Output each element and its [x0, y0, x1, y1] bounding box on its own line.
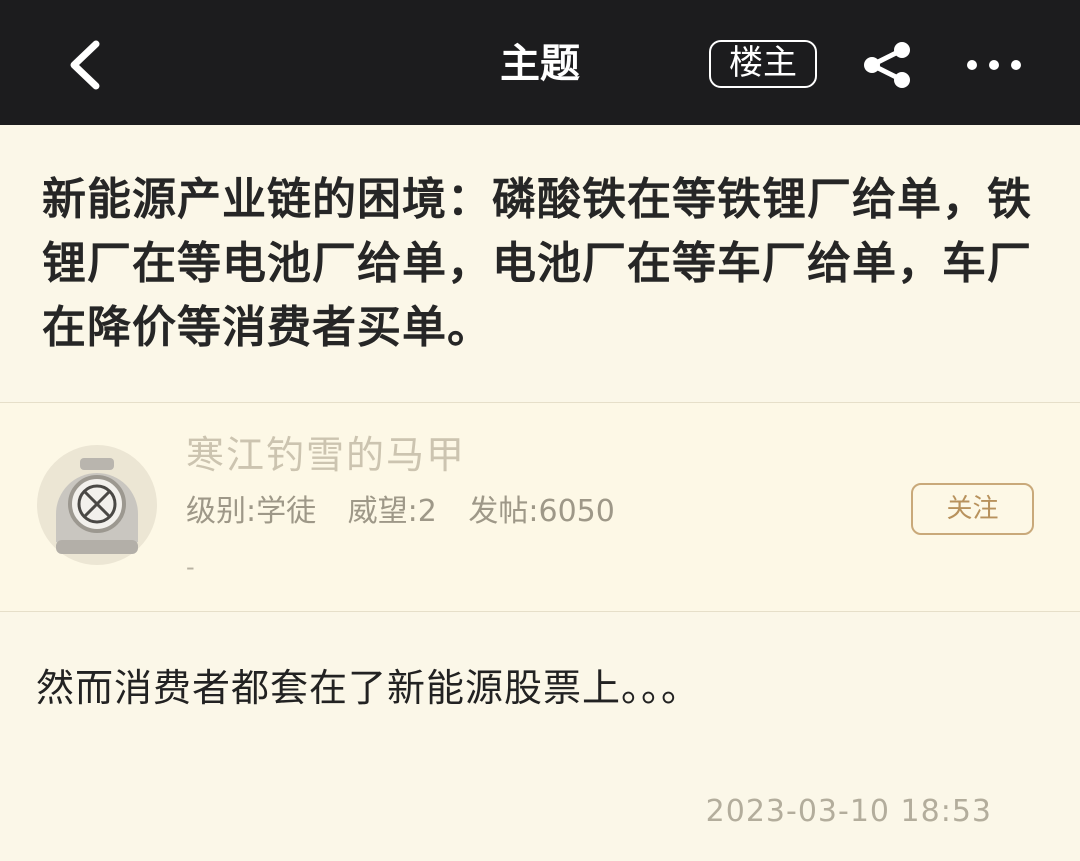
author-post-count: 发帖:6050	[468, 494, 615, 529]
divider	[0, 611, 1080, 612]
follow-button[interactable]: 关注	[911, 483, 1034, 535]
post-content: 然而消费者都套在了新能源股票上。。。	[36, 666, 701, 710]
more-button[interactable]	[962, 40, 1026, 90]
author-level: 级别:学徒	[186, 494, 317, 529]
author-name[interactable]: 寒江钓雪的马甲	[186, 430, 466, 480]
avatar[interactable]	[36, 444, 158, 566]
share-icon	[864, 42, 910, 88]
top-nav-bar: 主题 楼主	[0, 0, 1080, 125]
post-timestamp: 2023-03-10 18:53	[705, 794, 992, 829]
more-horizontal-icon	[967, 60, 1021, 70]
back-button[interactable]	[58, 30, 118, 100]
share-button[interactable]	[858, 40, 918, 90]
post-title: 新能源产业链的困境：磷酸铁在等铁锂厂给单，铁锂厂在等电池厂给单，电池厂在等车厂给…	[42, 174, 1032, 353]
diving-helmet-avatar-icon	[37, 445, 157, 565]
page-title: 主题	[500, 41, 580, 87]
author-meta: 级别:学徒 威望:2 发帖:6050	[186, 492, 637, 532]
owner-only-button[interactable]: 楼主	[709, 40, 817, 88]
author-signature: -	[186, 553, 195, 581]
chevron-left-icon	[70, 40, 100, 90]
author-prestige: 威望:2	[347, 494, 437, 529]
